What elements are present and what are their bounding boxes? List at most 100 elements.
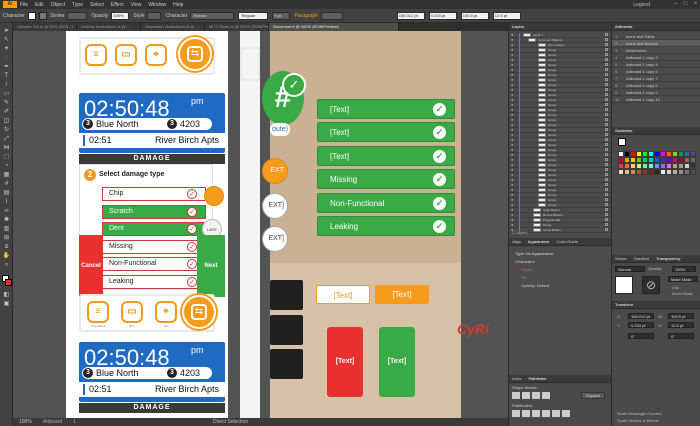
artboard-number[interactable]: 1 bbox=[73, 419, 76, 425]
canvas[interactable]: ≡ ▭ ⌖ ⇆ 02:50:48 pm 3 Blue North 3 4203 … bbox=[13, 31, 508, 418]
pencil-icon[interactable]: ✐ bbox=[2, 108, 11, 116]
graph-tool-icon[interactable]: ▥ bbox=[2, 225, 11, 233]
slice-tool-icon[interactable]: ⧄ bbox=[2, 243, 11, 251]
menu-effect[interactable]: Effect bbox=[111, 2, 124, 8]
tab-artboards[interactable]: Artboards bbox=[615, 24, 632, 29]
merge-icon[interactable] bbox=[532, 410, 540, 417]
shape-builder-icon[interactable]: ◔ bbox=[2, 162, 11, 170]
layer-target-icon[interactable] bbox=[605, 88, 608, 91]
doc-tab[interactable]: Overlay Illustrations.ai @... bbox=[77, 23, 141, 31]
layer-target-icon[interactable] bbox=[605, 203, 608, 206]
line-tool-icon[interactable]: / bbox=[2, 81, 11, 89]
damage-option-chip[interactable]: Chip ✓ bbox=[102, 187, 206, 201]
minimize-icon[interactable]: – bbox=[671, 1, 680, 8]
tab-stroke[interactable]: Stroke bbox=[615, 256, 627, 261]
layer-target-icon[interactable] bbox=[605, 68, 608, 71]
opacity-label[interactable]: Opacity bbox=[91, 13, 108, 19]
tab-transparency[interactable]: Transparency bbox=[656, 256, 680, 261]
layer-target-icon[interactable] bbox=[605, 113, 608, 116]
font-style-select[interactable]: Regular bbox=[238, 11, 269, 20]
tab-swatches[interactable]: Swatches bbox=[615, 128, 632, 133]
layer-target-icon[interactable] bbox=[605, 213, 608, 216]
paintbrush-icon[interactable]: ✎ bbox=[2, 99, 11, 107]
layer-target-icon[interactable] bbox=[605, 98, 608, 101]
tab-pathfinder[interactable]: Pathfinder bbox=[528, 376, 546, 381]
layer-target-icon[interactable] bbox=[605, 228, 608, 231]
green-option-button[interactable]: [Text] ✓ bbox=[317, 146, 455, 166]
scale-corners-checkbox[interactable]: Scale Rectangle Corners bbox=[617, 411, 661, 416]
layer-target-icon[interactable] bbox=[605, 78, 608, 81]
layer-target-icon[interactable] bbox=[605, 128, 608, 131]
menu-edit[interactable]: Edit bbox=[35, 2, 44, 8]
hub-button[interactable]: ⇆ bbox=[182, 295, 216, 329]
stroke-label[interactable]: Stroke bbox=[50, 13, 64, 19]
artboard-row[interactable]: 4 Artboard 1 copy 3 bbox=[612, 54, 700, 61]
layer-target-icon[interactable] bbox=[605, 93, 608, 96]
menu-type[interactable]: Type bbox=[72, 2, 83, 8]
layer-target-icon[interactable] bbox=[605, 148, 608, 151]
layer-target-icon[interactable] bbox=[605, 183, 608, 186]
layer-target-icon[interactable] bbox=[605, 38, 608, 41]
screen-mode-icon[interactable]: ▣ bbox=[2, 300, 11, 308]
green-tall-button[interactable]: [Text] bbox=[379, 327, 415, 397]
layer-target-icon[interactable] bbox=[605, 208, 608, 211]
paragraph-label[interactable]: Paragraph bbox=[294, 13, 317, 19]
green-option-button[interactable]: [Text] ✓ bbox=[317, 99, 455, 119]
perspective-grid-icon[interactable]: ▦ bbox=[2, 171, 11, 179]
close-icon[interactable]: × bbox=[691, 1, 700, 8]
symbol-sprayer-icon[interactable]: ✺ bbox=[2, 216, 11, 224]
layer-target-icon[interactable] bbox=[605, 48, 608, 51]
font-family-select[interactable]: Roboto bbox=[190, 11, 235, 20]
late-badge[interactable] bbox=[204, 186, 224, 206]
unite-icon[interactable] bbox=[512, 392, 520, 399]
scale-strokes-checkbox[interactable]: Scale Strokes & Effects bbox=[617, 418, 659, 423]
artboard-partial[interactable] bbox=[240, 31, 260, 418]
free-transform-icon[interactable]: ⬚ bbox=[2, 153, 11, 161]
layer-target-icon[interactable] bbox=[605, 103, 608, 106]
damage-option-missing[interactable]: Missing ✓ bbox=[102, 240, 206, 254]
dark-tile[interactable] bbox=[270, 315, 303, 345]
layer-target-icon[interactable] bbox=[605, 58, 608, 61]
layer-target-icon[interactable] bbox=[605, 188, 608, 191]
rotate-field[interactable]: 0° bbox=[628, 333, 654, 339]
make-mask-button[interactable]: Make Mask bbox=[668, 276, 698, 282]
layer-target-icon[interactable] bbox=[605, 33, 608, 36]
damage-option-leaking[interactable]: Leaking ✓ bbox=[102, 275, 206, 289]
layer-target-icon[interactable] bbox=[605, 43, 608, 46]
transform-h-field[interactable]: 12.5 pt bbox=[668, 322, 694, 328]
artboard-tool-icon[interactable]: ⊞ bbox=[2, 234, 11, 242]
menu-select[interactable]: Select bbox=[90, 2, 104, 8]
shear-field[interactable]: 0° bbox=[668, 333, 694, 339]
damage-option-scratch[interactable]: Scratch ✓ bbox=[102, 205, 206, 219]
magic-wand-icon[interactable]: ✦ bbox=[2, 45, 11, 53]
layer-target-icon[interactable] bbox=[605, 223, 608, 226]
hand-tool-icon[interactable]: ✋ bbox=[2, 252, 11, 260]
rotate-tool-icon[interactable]: ↻ bbox=[2, 126, 11, 134]
dark-tile[interactable] bbox=[270, 349, 303, 379]
doc-tab-active[interactable]: Document 6 @ 100% (RGB/Preview) bbox=[269, 23, 399, 31]
artboard-row[interactable]: 3 Wireframes bbox=[612, 47, 700, 54]
layer-target-icon[interactable] bbox=[605, 133, 608, 136]
green-option-button[interactable]: [Text] ✓ bbox=[317, 122, 455, 142]
font-size-field[interactable]: 9 pt bbox=[272, 11, 291, 20]
stroke-swatch[interactable] bbox=[38, 11, 47, 20]
circle-button[interactable]: EXT] bbox=[262, 193, 288, 219]
menu-object[interactable]: Object bbox=[51, 2, 65, 8]
lasso-icon[interactable]: ◌ bbox=[2, 54, 11, 62]
expand-button[interactable]: Expand bbox=[581, 392, 605, 399]
layer-target-icon[interactable] bbox=[605, 193, 608, 196]
outline-text-button[interactable]: [Text] bbox=[316, 285, 370, 304]
layer-target-icon[interactable] bbox=[605, 63, 608, 66]
exclude-icon[interactable] bbox=[542, 392, 550, 399]
rectangle-tool-icon[interactable]: ▭ bbox=[2, 90, 11, 98]
scale-tool-icon[interactable]: ⤢ bbox=[2, 135, 11, 143]
divide-icon[interactable] bbox=[512, 410, 520, 417]
stroke-weight-field[interactable] bbox=[67, 11, 88, 20]
list-icon[interactable]: ≡ bbox=[87, 301, 109, 323]
eraser-icon[interactable]: ◫ bbox=[2, 117, 11, 125]
layer-target-icon[interactable] bbox=[605, 53, 608, 56]
appearance-characters[interactable]: Characters bbox=[515, 259, 535, 264]
invert-mask-checkbox[interactable]: Invert Mask bbox=[672, 291, 693, 296]
doc-tab[interactable]: MDT-Tester.ai @ 200% (RGB/Preview) bbox=[205, 23, 269, 31]
tab-links[interactable]: Links bbox=[512, 376, 521, 381]
